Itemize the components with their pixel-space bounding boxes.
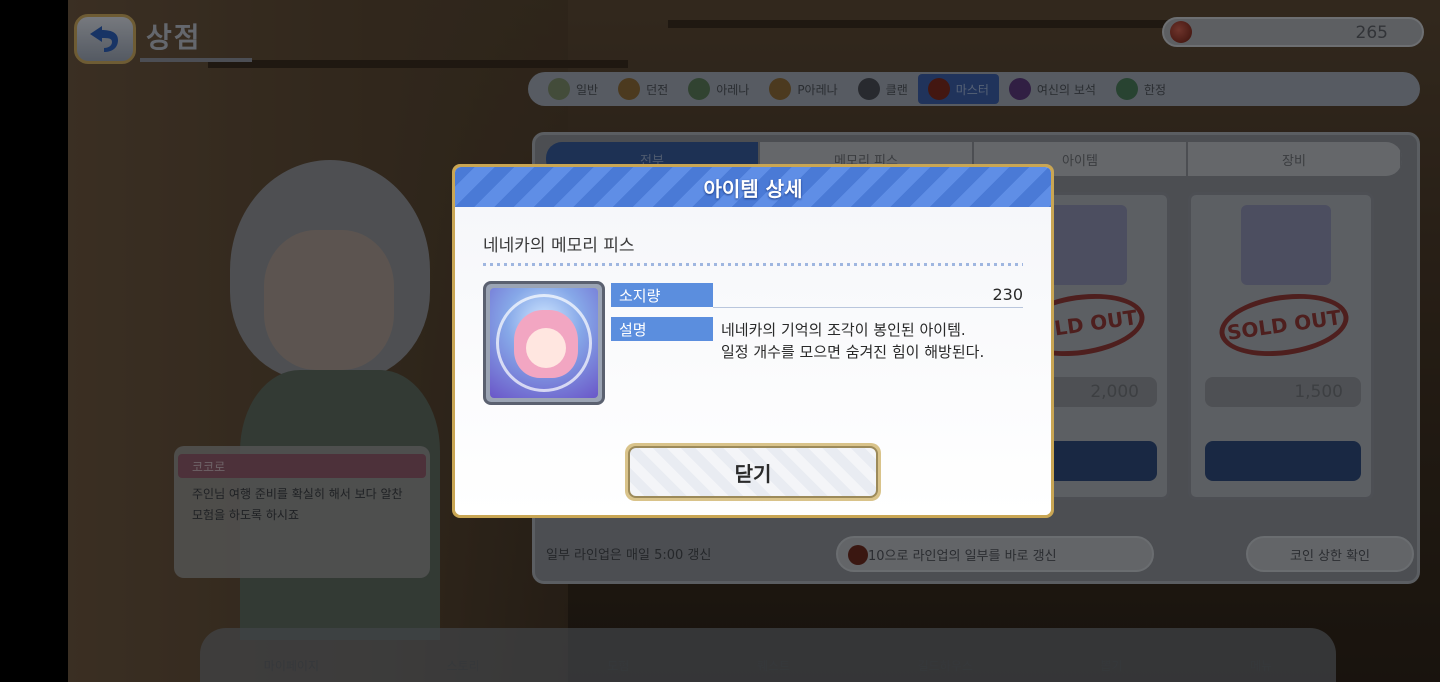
description-line-2: 일정 개수를 모으면 숨겨진 힘이 해방된다. (721, 343, 985, 361)
quantity-underline (713, 307, 1023, 308)
item-icon-frame (483, 281, 605, 405)
close-button[interactable]: 닫기 (625, 443, 881, 501)
letterbox-left (0, 0, 68, 682)
quantity-value: 230 (992, 285, 1023, 304)
item-detail-dialog: 아이템 상세 네네카의 메모리 피스 소지량 230 설명 네네카의 기억의 조… (452, 164, 1054, 518)
close-button-label: 닫기 (628, 446, 878, 498)
dialog-title: 아이템 상세 (703, 176, 803, 201)
description-label: 설명 (611, 317, 713, 341)
dialog-header: 아이템 상세 (455, 167, 1051, 207)
dotted-divider (483, 263, 1023, 266)
item-name: 네네카의 메모리 피스 (483, 236, 635, 256)
description-line-1: 네네카의 기억의 조각이 봉인된 아이템. (721, 321, 966, 339)
item-description: 네네카의 기억의 조각이 봉인된 아이템. 일정 개수를 모으면 숨겨진 힘이 … (721, 319, 984, 363)
quantity-label: 소지량 (611, 283, 713, 307)
memory-piece-icon (490, 288, 598, 398)
